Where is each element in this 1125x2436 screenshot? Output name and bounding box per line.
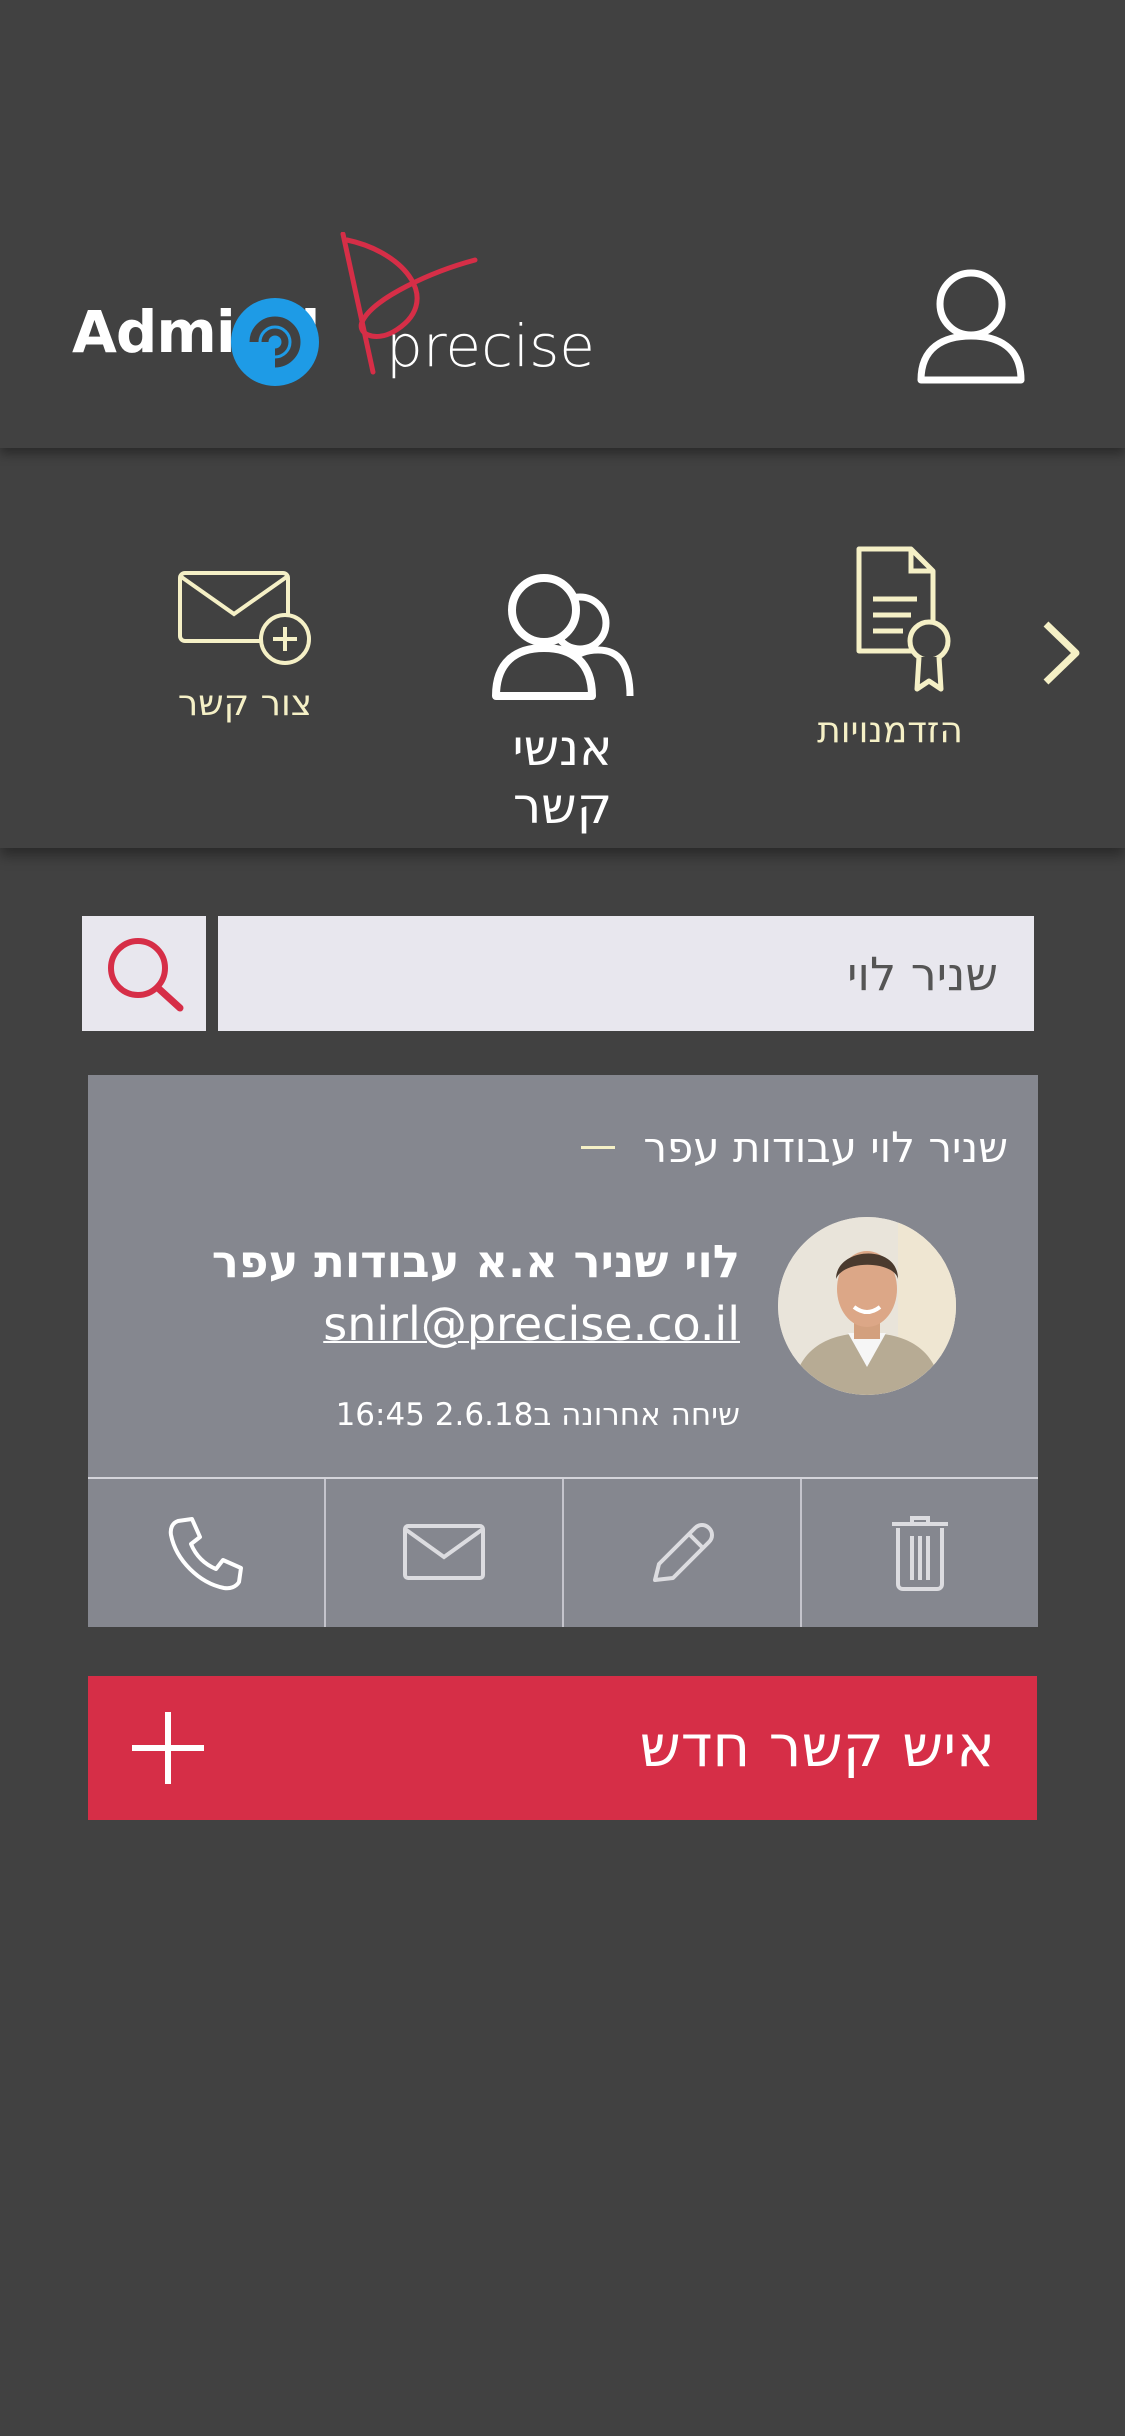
nav-item-contacts[interactable]: אנשי קשר [455,568,670,835]
search-icon [108,937,184,1011]
delete-button[interactable] [800,1479,1038,1627]
user-profile-icon[interactable] [915,268,1027,386]
nav-item-opportunities[interactable]: הזדמנויות [800,543,980,751]
contacts-people-icon [491,574,633,700]
new-contact-label: איש קשר חדש [639,1712,995,1780]
nav-item-compose[interactable]: צור קשר [170,568,320,724]
admiral-logo-icon [231,298,319,386]
call-button[interactable] [88,1479,324,1627]
certificate-document-icon [856,546,951,692]
new-contact-button[interactable]: איש קשר חדש [88,1676,1037,1820]
precise-logo-text: precise [386,312,595,380]
contact-email-link[interactable]: snirl@precise.co.il [323,1297,740,1351]
search-button[interactable] [82,916,206,1031]
avatar-photo-icon [778,1217,956,1395]
collapse-minus-icon[interactable] [581,1146,616,1149]
nav-label-compose: צור קשר [177,683,313,724]
contact-name: לוי שניר א.א עבודות עפר [211,1235,740,1288]
envelope-plus-icon [178,571,311,665]
last-call-info: שיחה אחרונה ב2.6.18 16:45 [335,1397,740,1433]
nav-label-opportunities: הזדמנויות [817,710,963,751]
contact-actions [88,1479,1038,1627]
avatar [778,1217,956,1395]
trash-icon [892,1516,948,1591]
nav-label-contacts: אנשי קשר [512,719,613,835]
app-header: Admiral precise [0,0,1125,448]
edit-button[interactable] [562,1479,800,1627]
plus-icon [132,1712,204,1784]
search-input[interactable]: שניר לוי [218,916,1034,1031]
group-header[interactable]: שניר לוי עבודות עפר [581,1123,1008,1172]
top-navigation: צור קשר אנשי קשר הזדמנויות [0,448,1125,848]
phone-icon [168,1517,243,1591]
chevron-right-icon[interactable] [1036,618,1086,688]
mail-icon [403,1524,485,1580]
contact-card: שניר לוי עבודות עפר לוי שניר א.א עבודות … [88,1075,1038,1627]
edit-pencil-icon [653,1523,714,1582]
group-title: שניר לוי עבודות עפר [643,1123,1008,1172]
email-button[interactable] [324,1479,562,1627]
